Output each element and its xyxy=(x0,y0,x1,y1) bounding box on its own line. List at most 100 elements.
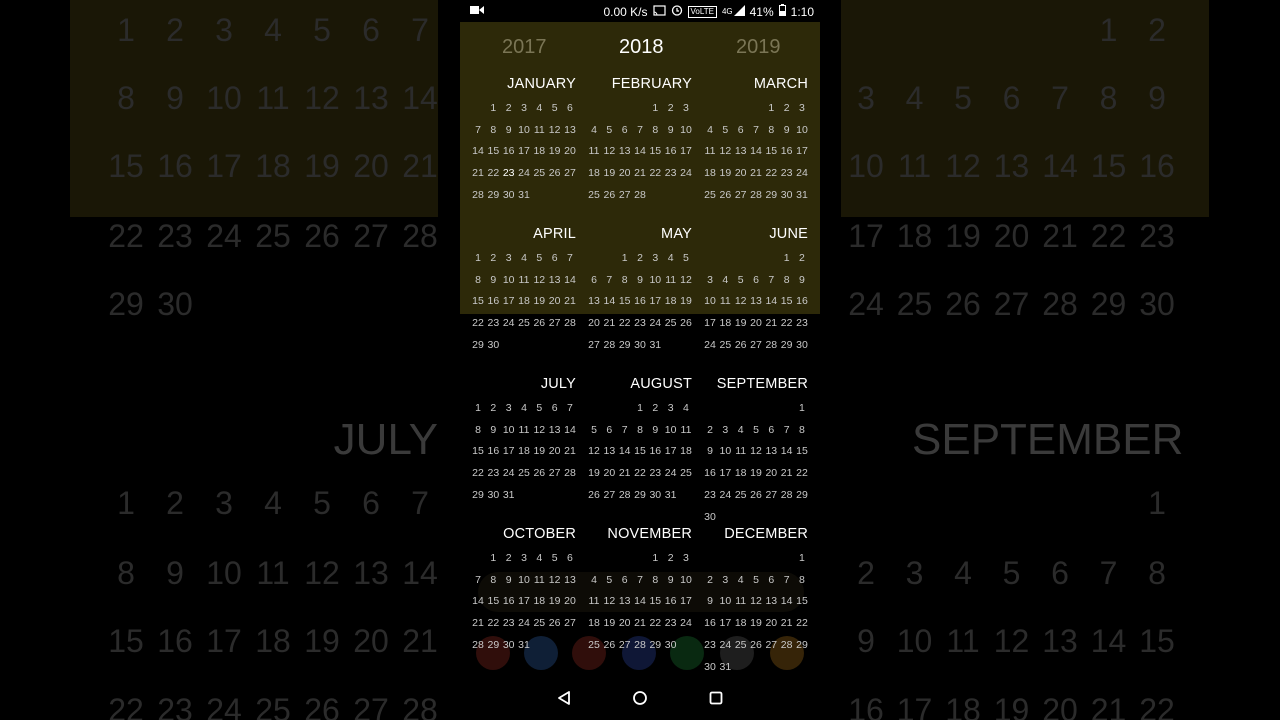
month-august[interactable]: AUGUST 1 2 3 4 5 6 7 8 9 10 11 12 13 14 15 16 17 18 19 20 21 2… xyxy=(584,374,700,524)
day-cell[interactable]: 19 xyxy=(531,290,547,312)
day-cell[interactable]: 15 xyxy=(779,290,795,312)
day-cell[interactable]: 12 xyxy=(601,140,617,162)
day-cell[interactable]: 4 xyxy=(733,569,749,591)
day-cell[interactable]: 12 xyxy=(601,590,617,612)
day-cell[interactable]: 12 xyxy=(733,290,749,312)
day-cell[interactable]: 6 xyxy=(763,419,779,441)
month-november[interactable]: NOVEMBER 1 2 3 4 5 6 7 8 9 10 11 12 13 14 15 16 17 18 19 20 2… xyxy=(584,524,700,674)
day-cell[interactable]: 23 xyxy=(485,462,501,484)
day-cell[interactable]: 30 xyxy=(501,634,517,656)
day-cell[interactable]: 21 xyxy=(601,312,617,334)
month-october[interactable]: OCTOBER 1 2 3 4 5 6 7 8 9 10 11 12 13 14 15 16 17 18 19 20 21… xyxy=(468,524,584,674)
day-cell[interactable]: 10 xyxy=(516,569,532,591)
day-cell[interactable]: 4 xyxy=(717,269,733,291)
day-cell[interactable]: 21 xyxy=(632,612,648,634)
day-cell[interactable]: 26 xyxy=(733,334,749,356)
day-cell[interactable]: 20 xyxy=(601,462,617,484)
day-cell[interactable]: 25 xyxy=(531,162,547,184)
day-cell[interactable]: 24 xyxy=(501,462,517,484)
day-cell[interactable]: 16 xyxy=(702,462,718,484)
day-cell[interactable]: 8 xyxy=(794,569,810,591)
day-cell[interactable]: 1 xyxy=(779,247,795,269)
day-cell[interactable]: 7 xyxy=(562,397,578,419)
day-cell[interactable]: 3 xyxy=(717,569,733,591)
day-cell[interactable]: 26 xyxy=(531,312,547,334)
day-cell[interactable]: 22 xyxy=(763,162,779,184)
day-cell[interactable]: 17 xyxy=(678,590,694,612)
day-cell[interactable]: 16 xyxy=(779,140,795,162)
day-cell[interactable]: 14 xyxy=(632,590,648,612)
day-cell[interactable]: 29 xyxy=(632,484,648,506)
day-cell[interactable]: 9 xyxy=(702,590,718,612)
day-cell[interactable]: 15 xyxy=(632,440,648,462)
day-cell[interactable]: 30 xyxy=(501,184,517,206)
day-cell[interactable]: 22 xyxy=(794,612,810,634)
day-cell[interactable]: 13 xyxy=(562,569,578,591)
day-cell[interactable]: 11 xyxy=(702,140,718,162)
day-cell[interactable]: 26 xyxy=(748,634,764,656)
day-cell[interactable]: 10 xyxy=(678,569,694,591)
day-cell[interactable]: 11 xyxy=(516,419,532,441)
day-cell[interactable]: 24 xyxy=(702,334,718,356)
day-cell[interactable]: 4 xyxy=(702,119,718,141)
day-cell[interactable]: 10 xyxy=(647,269,663,291)
day-cell[interactable]: 8 xyxy=(470,419,486,441)
day-cell[interactable]: 6 xyxy=(601,419,617,441)
day-cell[interactable]: 2 xyxy=(702,419,718,441)
day-cell[interactable]: 24 xyxy=(516,612,532,634)
day-cell[interactable]: 26 xyxy=(547,162,563,184)
day-cell[interactable]: 14 xyxy=(617,440,633,462)
day-cell[interactable]: 20 xyxy=(763,462,779,484)
day-cell[interactable]: 14 xyxy=(601,290,617,312)
day-cell[interactable]: 15 xyxy=(485,140,501,162)
day-cell-today[interactable]: 23 xyxy=(500,162,517,184)
day-cell[interactable]: 24 xyxy=(678,612,694,634)
day-cell[interactable]: 11 xyxy=(586,140,602,162)
back-button[interactable] xyxy=(552,686,576,710)
day-cell[interactable]: 21 xyxy=(779,612,795,634)
day-cell[interactable]: 5 xyxy=(733,269,749,291)
day-cell[interactable]: 22 xyxy=(794,462,810,484)
day-cell[interactable]: 7 xyxy=(632,119,648,141)
day-cell[interactable]: 3 xyxy=(678,547,694,569)
day-cell[interactable]: 10 xyxy=(717,590,733,612)
day-cell[interactable]: 17 xyxy=(501,290,517,312)
day-cell[interactable]: 11 xyxy=(586,590,602,612)
month-march[interactable]: MARCH 1 2 3 4 5 6 7 8 9 10 11 12 13 14 15 16 17 18 19 20 21 22… xyxy=(700,74,816,224)
day-cell[interactable]: 5 xyxy=(531,247,547,269)
day-cell[interactable]: 13 xyxy=(547,269,563,291)
day-cell[interactable]: 11 xyxy=(531,569,547,591)
day-cell[interactable]: 8 xyxy=(470,269,486,291)
day-cell[interactable]: 17 xyxy=(794,140,810,162)
day-cell[interactable]: 13 xyxy=(617,140,633,162)
day-cell[interactable]: 17 xyxy=(663,440,679,462)
day-cell[interactable]: 4 xyxy=(531,97,547,119)
day-cell[interactable]: 15 xyxy=(647,140,663,162)
day-cell[interactable]: 17 xyxy=(717,462,733,484)
day-cell[interactable]: 26 xyxy=(531,462,547,484)
day-cell[interactable]: 13 xyxy=(601,440,617,462)
day-cell[interactable]: 14 xyxy=(562,269,578,291)
day-cell[interactable]: 7 xyxy=(748,119,764,141)
day-cell[interactable]: 9 xyxy=(485,269,501,291)
day-cell[interactable]: 28 xyxy=(632,634,648,656)
day-cell[interactable]: 9 xyxy=(485,419,501,441)
day-cell[interactable]: 19 xyxy=(547,140,563,162)
day-cell[interactable]: 22 xyxy=(470,312,486,334)
day-cell[interactable]: 6 xyxy=(562,547,578,569)
day-cell[interactable]: 5 xyxy=(531,397,547,419)
day-cell[interactable]: 30 xyxy=(702,656,718,678)
day-cell[interactable]: 9 xyxy=(794,269,810,291)
day-cell[interactable]: 8 xyxy=(763,119,779,141)
day-cell[interactable]: 20 xyxy=(562,140,578,162)
month-july[interactable]: JULY 1 2 3 4 5 6 7 8 9 10 11 12 13 14 15 16 17 18 19 20 21 22 2… xyxy=(468,374,584,524)
day-cell[interactable]: 24 xyxy=(717,634,733,656)
day-cell[interactable]: 28 xyxy=(779,484,795,506)
day-cell[interactable]: 19 xyxy=(748,612,764,634)
day-cell[interactable]: 18 xyxy=(663,290,679,312)
day-cell[interactable]: 14 xyxy=(562,419,578,441)
day-cell[interactable]: 19 xyxy=(601,162,617,184)
day-cell[interactable]: 18 xyxy=(586,162,602,184)
day-cell[interactable]: 26 xyxy=(601,184,617,206)
day-cell[interactable]: 23 xyxy=(663,612,679,634)
